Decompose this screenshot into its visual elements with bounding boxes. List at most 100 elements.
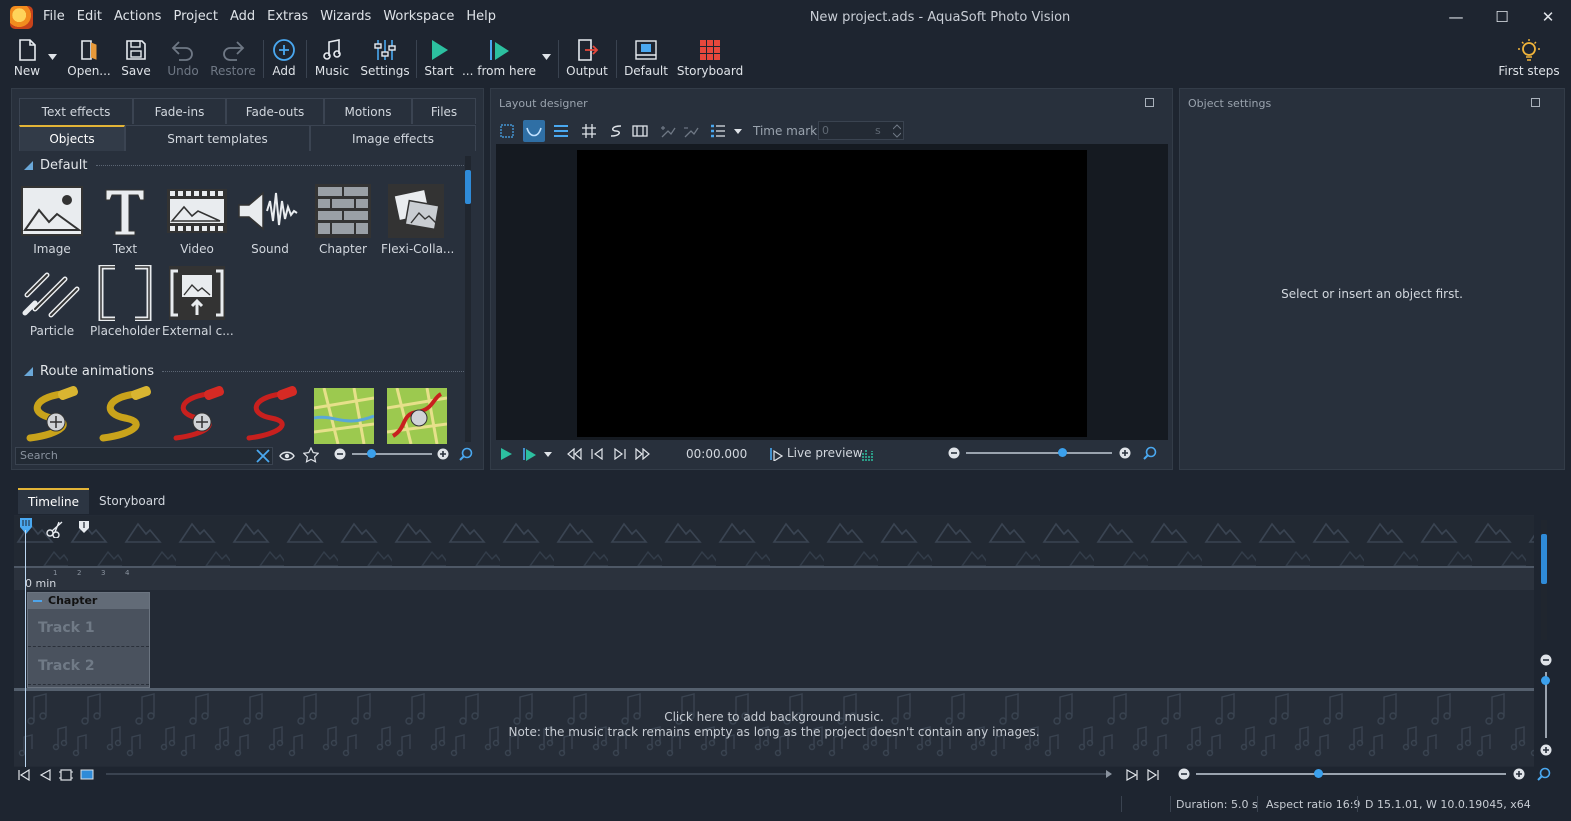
timeline-playhead[interactable] bbox=[25, 530, 26, 767]
music-hint-line1[interactable]: Click here to add background music. bbox=[14, 710, 1534, 724]
menu-project[interactable]: Project bbox=[173, 9, 217, 24]
timeline-previous-button[interactable] bbox=[37, 767, 53, 783]
motion-path-tool-button[interactable] bbox=[523, 120, 545, 142]
timeline-zoom-slider[interactable] bbox=[1196, 773, 1506, 775]
previous-frame-button[interactable] bbox=[588, 445, 606, 463]
route-animation-red-car-plain[interactable] bbox=[241, 386, 301, 444]
section-default-header[interactable]: Default bbox=[24, 158, 464, 173]
new-button[interactable]: New bbox=[12, 36, 42, 82]
track-zoom-out-button[interactable] bbox=[1539, 653, 1553, 667]
menu-actions[interactable]: Actions bbox=[114, 9, 162, 24]
tab-motions[interactable]: Motions bbox=[324, 98, 412, 124]
collapse-minus-icon[interactable] bbox=[33, 600, 42, 602]
skip-to-start-button[interactable] bbox=[565, 445, 583, 463]
layers-list-button[interactable] bbox=[708, 121, 728, 141]
object-external-content[interactable]: External c... bbox=[162, 264, 234, 338]
timeline-preview-button[interactable] bbox=[79, 767, 95, 783]
zoom-out-button[interactable] bbox=[333, 447, 347, 461]
layers-dropdown-button[interactable] bbox=[732, 126, 744, 136]
layout-designer-maximize-button[interactable] bbox=[1145, 98, 1154, 107]
zoom-in-button[interactable] bbox=[436, 447, 450, 461]
track-1[interactable]: Track 1 bbox=[28, 609, 149, 647]
section-route-animations-header[interactable]: Route animations bbox=[24, 364, 466, 379]
skip-to-end-button[interactable] bbox=[634, 445, 652, 463]
path-tool-button[interactable] bbox=[606, 121, 626, 141]
tab-fade-outs[interactable]: Fade-outs bbox=[226, 98, 324, 124]
menu-file[interactable]: File bbox=[43, 9, 65, 24]
track-zoom-in-button[interactable] bbox=[1539, 743, 1553, 757]
preview-eye-button[interactable] bbox=[278, 447, 296, 465]
settings-button[interactable]: Settings bbox=[360, 36, 410, 82]
start-button[interactable]: Start bbox=[424, 36, 454, 82]
route-animation-yellow-car-plain[interactable] bbox=[95, 386, 155, 444]
music-button[interactable]: Music bbox=[314, 36, 350, 82]
object-placeholder[interactable]: Placeholder bbox=[90, 264, 160, 338]
timeline-tracks[interactable] bbox=[14, 590, 1534, 688]
object-particle[interactable]: Particle bbox=[17, 264, 87, 338]
clear-search-button[interactable] bbox=[254, 447, 272, 465]
play-button[interactable] bbox=[497, 445, 515, 463]
route-animation-map-red[interactable] bbox=[387, 388, 447, 444]
restore-button[interactable]: Restore bbox=[210, 36, 256, 82]
timeline-zoom-slider-knob[interactable] bbox=[1314, 769, 1323, 778]
frame-tool-button[interactable] bbox=[630, 121, 650, 141]
timeline-ruler[interactable]: 0 min 1 2 3 4 bbox=[14, 566, 1534, 590]
marker-tool-button[interactable] bbox=[18, 516, 34, 536]
minimize-button[interactable]: — bbox=[1433, 0, 1479, 34]
object-image[interactable]: Image bbox=[17, 182, 87, 256]
object-settings-maximize-button[interactable] bbox=[1531, 98, 1540, 107]
save-button[interactable]: Save bbox=[120, 36, 152, 82]
chapter-header[interactable]: Chapter bbox=[28, 593, 149, 609]
live-preview-icon-button[interactable] bbox=[768, 446, 784, 462]
add-marker-button[interactable] bbox=[76, 519, 92, 535]
output-button[interactable]: Output bbox=[566, 36, 608, 82]
tab-image-effects[interactable]: Image effects bbox=[310, 125, 476, 151]
preview-zoom-slider[interactable] bbox=[966, 452, 1112, 454]
keyframe-add-button[interactable] bbox=[658, 121, 678, 141]
tab-files[interactable]: Files bbox=[412, 98, 476, 124]
menu-help[interactable]: Help bbox=[466, 9, 496, 24]
music-hint-line2[interactable]: Note: the music track remains empty as l… bbox=[14, 725, 1534, 739]
menu-add[interactable]: Add bbox=[230, 9, 255, 24]
track-height-slider-knob[interactable] bbox=[1541, 676, 1550, 685]
timeline-zoom-fit-button[interactable] bbox=[1536, 766, 1552, 782]
cut-button[interactable] bbox=[45, 519, 65, 539]
preview-zoom-in-button[interactable] bbox=[1118, 446, 1132, 460]
start-dropdown-button[interactable] bbox=[540, 52, 552, 62]
storyboard-layout-button[interactable]: Storyboard bbox=[677, 36, 743, 82]
time-mark-input[interactable]: 0 s bbox=[818, 121, 904, 140]
toolbox-scrollbar[interactable] bbox=[465, 156, 471, 442]
timeline-marker-lane[interactable] bbox=[14, 516, 1534, 566]
timeline-go-start-button[interactable] bbox=[16, 767, 32, 783]
app-logo-icon[interactable] bbox=[10, 6, 33, 29]
new-dropdown-button[interactable] bbox=[46, 52, 58, 62]
timeline-zoom-in-button[interactable] bbox=[1512, 767, 1526, 781]
default-layout-button[interactable]: Default bbox=[624, 36, 668, 82]
grid-tool-button[interactable] bbox=[579, 121, 599, 141]
object-sound[interactable]: Sound bbox=[235, 182, 305, 256]
preview-canvas[interactable] bbox=[577, 150, 1087, 437]
first-steps-button[interactable]: First steps bbox=[1498, 36, 1560, 82]
tab-smart-templates[interactable]: Smart templates bbox=[125, 125, 310, 151]
play-dropdown-button[interactable] bbox=[542, 450, 554, 458]
toolbox-scrollbar-thumb[interactable] bbox=[465, 170, 471, 204]
undo-button[interactable]: Undo bbox=[166, 36, 200, 82]
menu-wizards[interactable]: Wizards bbox=[320, 9, 371, 24]
object-flexi-collage[interactable]: Flexi-Colla... bbox=[381, 182, 454, 256]
keyframe-remove-button[interactable] bbox=[681, 121, 701, 141]
track-2[interactable]: Track 2 bbox=[28, 647, 149, 685]
tab-fade-ins[interactable]: Fade-ins bbox=[133, 98, 226, 124]
timeline-vertical-scrollbar[interactable] bbox=[1541, 520, 1547, 640]
object-video[interactable]: Video bbox=[162, 182, 232, 256]
timeline-next-button[interactable] bbox=[1124, 767, 1140, 783]
open-button[interactable]: Open... bbox=[67, 36, 111, 82]
route-animation-map[interactable] bbox=[314, 388, 374, 444]
timeline-horizontal-scrollbar[interactable] bbox=[106, 773, 1110, 775]
align-tool-button[interactable] bbox=[551, 121, 571, 141]
icon-size-slider-knob[interactable] bbox=[367, 449, 376, 458]
play-from-here-button[interactable]: ... from here bbox=[462, 36, 536, 82]
add-button[interactable]: Add bbox=[270, 36, 298, 82]
timeline-fit-button[interactable] bbox=[58, 767, 74, 783]
timeline-go-end-button[interactable] bbox=[1145, 767, 1161, 783]
audio-levels-button[interactable] bbox=[860, 446, 874, 462]
